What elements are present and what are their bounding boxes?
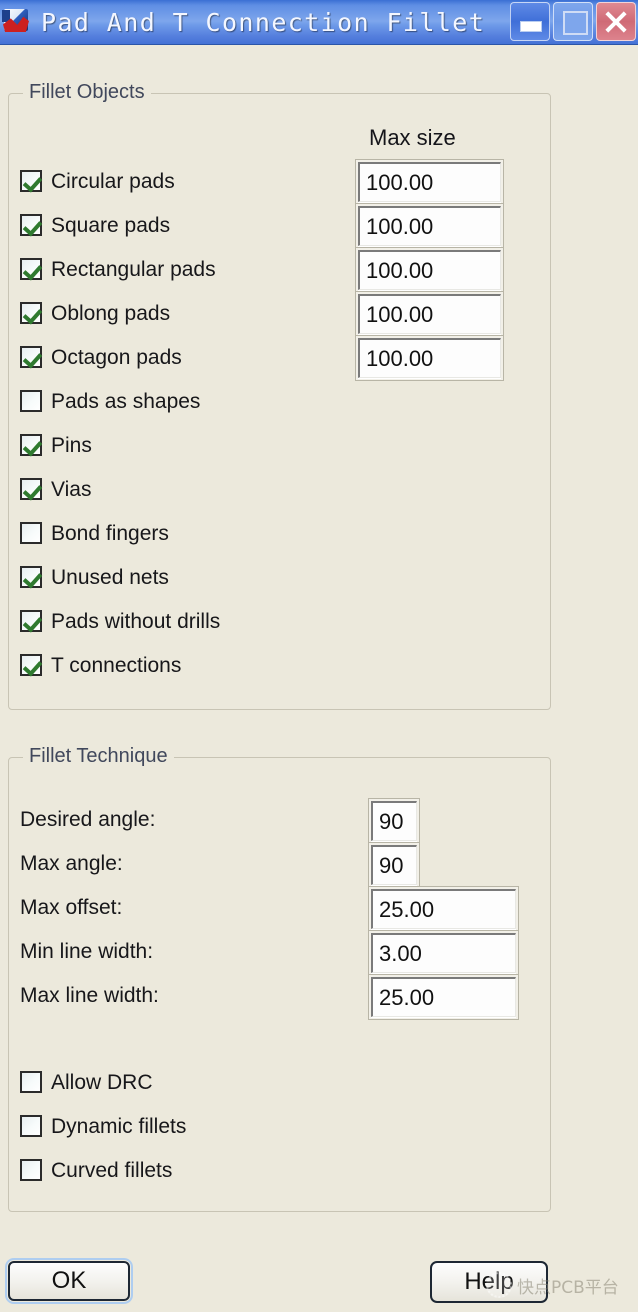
checkbox-pins[interactable] — [20, 434, 42, 456]
checkbox-bond-fingers[interactable] — [20, 522, 42, 544]
label-max-line-width: Max line width: — [20, 984, 159, 1008]
max-size-input-circular-pads[interactable]: 100.00 — [358, 162, 501, 202]
checkbox-row-pads-as-shapes[interactable]: Pads as shapes — [20, 388, 200, 414]
label-rectangular-pads: Rectangular pads — [51, 259, 216, 280]
max-offset-input[interactable]: 25.00 — [371, 889, 516, 929]
checkbox-row-unused-nets[interactable]: Unused nets — [20, 564, 169, 590]
label-curved-fillets: Curved fillets — [51, 1160, 172, 1181]
checkbox-vias[interactable] — [20, 478, 42, 500]
checkbox-pads-without-drills[interactable] — [20, 610, 42, 632]
label-square-pads: Square pads — [51, 215, 170, 236]
maximize-button[interactable] — [553, 2, 593, 41]
checkbox-pads-as-shapes[interactable] — [20, 390, 42, 412]
checkbox-row-allow-drc[interactable]: Allow DRC — [20, 1069, 153, 1095]
label-allow-drc: Allow DRC — [51, 1072, 153, 1093]
checkbox-dynamic-fillets[interactable] — [20, 1115, 42, 1137]
window-titlebar[interactable]: Pad And T Connection Fillet — [0, 0, 638, 45]
max-size-column-header: Max size — [369, 125, 456, 151]
checkbox-octagon-pads[interactable] — [20, 346, 42, 368]
label-vias: Vias — [51, 479, 91, 500]
label-t-connections: T connections — [51, 655, 181, 676]
ok-button[interactable]: OK — [8, 1261, 130, 1301]
label-desired-angle: Desired angle: — [20, 808, 155, 832]
label-unused-nets: Unused nets — [51, 567, 169, 588]
checkbox-allow-drc[interactable] — [20, 1071, 42, 1093]
max-size-input-rectangular-pads[interactable]: 100.00 — [358, 250, 501, 290]
checkbox-row-vias[interactable]: Vias — [20, 476, 91, 502]
checkbox-row-circular-pads[interactable]: Circular pads — [20, 168, 175, 194]
checkbox-circular-pads[interactable] — [20, 170, 42, 192]
label-pads-as-shapes: Pads as shapes — [51, 391, 200, 412]
label-bond-fingers: Bond fingers — [51, 523, 169, 544]
label-pads-without-drills: Pads without drills — [51, 611, 220, 632]
checkbox-t-connections[interactable] — [20, 654, 42, 676]
label-pins: Pins — [51, 435, 92, 456]
label-circular-pads: Circular pads — [51, 171, 175, 192]
label-max-angle: Max angle: — [20, 852, 123, 876]
checkbox-row-pins[interactable]: Pins — [20, 432, 92, 458]
checkbox-row-oblong-pads[interactable]: Oblong pads — [20, 300, 170, 326]
checkbox-row-pads-without-drills[interactable]: Pads without drills — [20, 608, 220, 634]
close-button[interactable] — [596, 2, 636, 41]
checkbox-unused-nets[interactable] — [20, 566, 42, 588]
label-dynamic-fillets: Dynamic fillets — [51, 1116, 186, 1137]
fillet-objects-group-title: Fillet Objects — [23, 81, 151, 104]
window-title: Pad And T Connection Fillet — [41, 8, 485, 37]
label-octagon-pads: Octagon pads — [51, 347, 182, 368]
minimize-button[interactable] — [510, 2, 550, 41]
checkbox-row-octagon-pads[interactable]: Octagon pads — [20, 344, 182, 370]
checkbox-row-square-pads[interactable]: Square pads — [20, 212, 170, 238]
checkbox-square-pads[interactable] — [20, 214, 42, 236]
label-min-line-width: Min line width: — [20, 940, 153, 964]
max-line-width-input[interactable]: 25.00 — [371, 977, 516, 1017]
fillet-technique-group-title: Fillet Technique — [23, 745, 174, 768]
label-oblong-pads: Oblong pads — [51, 303, 170, 324]
max-size-input-octagon-pads[interactable]: 100.00 — [358, 338, 501, 378]
window-controls — [510, 2, 636, 41]
max-size-input-oblong-pads[interactable]: 100.00 — [358, 294, 501, 334]
app-icon — [2, 7, 32, 37]
label-max-offset: Max offset: — [20, 896, 122, 920]
checkbox-row-rectangular-pads[interactable]: Rectangular pads — [20, 256, 216, 282]
checkbox-row-bond-fingers[interactable]: Bond fingers — [20, 520, 169, 546]
checkbox-row-t-connections[interactable]: T connections — [20, 652, 181, 678]
checkbox-curved-fillets[interactable] — [20, 1159, 42, 1181]
checkbox-row-curved-fillets[interactable]: Curved fillets — [20, 1157, 172, 1183]
max-angle-input[interactable]: 90 — [371, 845, 417, 885]
checkbox-oblong-pads[interactable] — [20, 302, 42, 324]
min-line-width-input[interactable]: 3.00 — [371, 933, 516, 973]
help-button[interactable]: Help — [430, 1261, 548, 1303]
max-size-input-square-pads[interactable]: 100.00 — [358, 206, 501, 246]
desired-angle-input[interactable]: 90 — [371, 801, 417, 841]
checkbox-rectangular-pads[interactable] — [20, 258, 42, 280]
checkbox-row-dynamic-fillets[interactable]: Dynamic fillets — [20, 1113, 186, 1139]
